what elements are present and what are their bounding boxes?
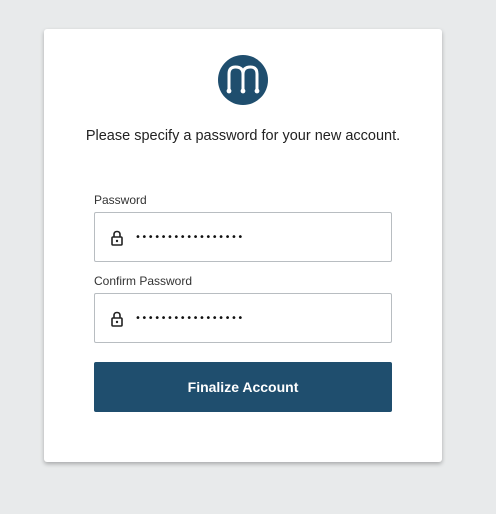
finalize-account-button[interactable]: Finalize Account bbox=[94, 362, 392, 412]
confirm-password-label: Confirm Password bbox=[94, 274, 193, 288]
confirm-password-input[interactable] bbox=[135, 304, 375, 332]
instructions-text: Please specify a password for your new a… bbox=[85, 128, 401, 144]
logo-icon bbox=[217, 54, 269, 106]
password-label: Password bbox=[94, 193, 147, 207]
password-field[interactable] bbox=[94, 212, 392, 262]
signup-card: Please specify a password for your new a… bbox=[44, 29, 442, 462]
confirm-password-field[interactable] bbox=[94, 293, 392, 343]
lock-icon bbox=[110, 230, 124, 246]
lock-icon bbox=[110, 311, 124, 327]
password-input[interactable] bbox=[135, 223, 375, 251]
